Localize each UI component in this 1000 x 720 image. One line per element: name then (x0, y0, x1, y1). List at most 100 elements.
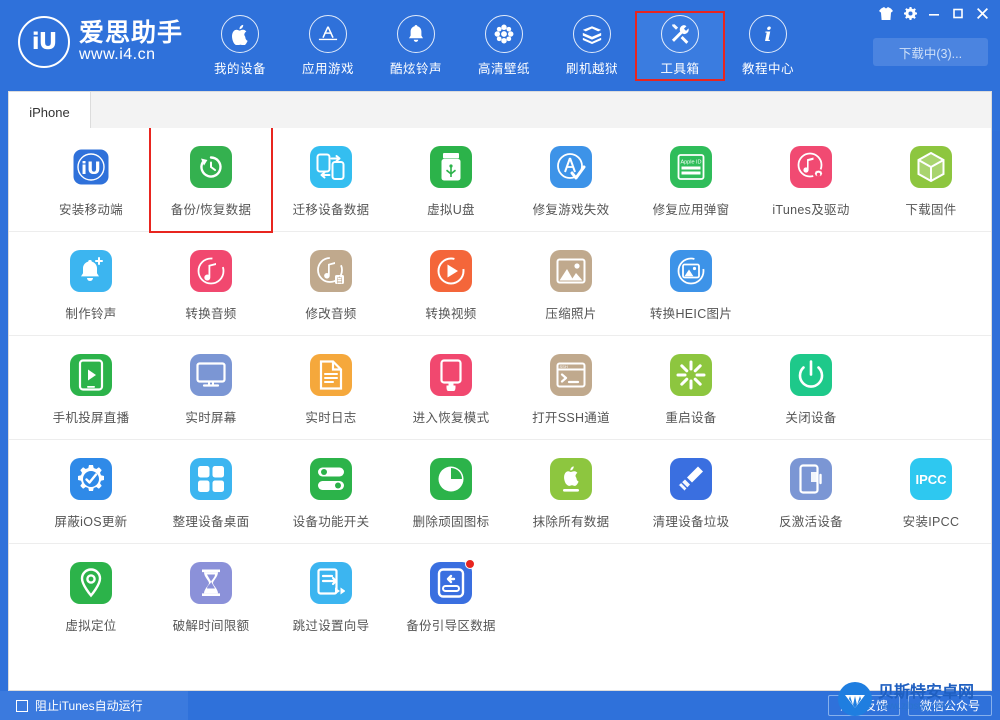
nav-item-label: 刷机越狱 (565, 62, 618, 76)
backup-restore-icon (190, 146, 232, 188)
tool-item-shutdown-device[interactable]: 关闭设备 (751, 336, 871, 439)
tool-row-4: 屏蔽iOS更新 整理设备桌面 设备功能开关 删除顽固图标 抹除所有数据 清理设备垃圾 反激活… (9, 440, 991, 544)
tool-item-label: 反激活设备 (778, 515, 843, 529)
tool-item-label: 打开SSH通道 (532, 411, 610, 425)
tool-item-organize-desktop[interactable]: 整理设备桌面 (151, 440, 271, 543)
nav-item-5[interactable]: 刷机越狱 (548, 12, 636, 80)
tool-item-fix-game[interactable]: 修复游戏失效 (511, 128, 631, 231)
status-bar: 阻止iTunes自动运行 意见反馈 微信公众号 贝斯特安卓网 www.zjbst… (0, 682, 1000, 720)
tool-item-realtime-log[interactable]: 实时日志 (271, 336, 391, 439)
close-button[interactable] (970, 3, 994, 23)
tool-item-label: 修改音频 (305, 307, 357, 321)
nav-item-4[interactable]: 高清壁纸 (460, 12, 548, 80)
tool-item-label: 转换视频 (425, 307, 477, 321)
install-ipcc-icon: IPCC (910, 458, 952, 500)
tool-item-crack-screentime[interactable]: 破解时间限额 (151, 544, 271, 647)
nav-item-label: 应用游戏 (301, 62, 354, 76)
nav-item-7[interactable]: i 教程中心 (724, 12, 812, 80)
screen-cast-icon (70, 354, 112, 396)
maximize-button[interactable] (946, 3, 970, 23)
tool-item-label: 转换音频 (185, 307, 237, 321)
tool-item-label: 进入恢复模式 (412, 411, 490, 425)
tool-row-2: 制作铃声 转换音频自修改音频 转换视频 压缩照片 转换HEIC图片 (9, 232, 991, 336)
tool-item-label: 安装移动端 (58, 203, 123, 217)
tool-item-backup-boot[interactable]: 备份引导区数据 (391, 544, 511, 647)
tool-item-skip-setup[interactable]: 跳过设置向导 (271, 544, 391, 647)
tool-item-label: 安装IPCC (902, 515, 960, 529)
block-itunes-row[interactable]: 阻止iTunes自动运行 (0, 691, 188, 720)
toolbox-grid: iU 安装移动端 备份/恢复数据 迁移设备数据 虚拟U盘 修复游戏失效 Apple ID 修复… (8, 128, 992, 691)
make-ringtone-icon (70, 250, 112, 292)
block-ios-update-icon (70, 458, 112, 500)
nav-item-label: 我的设备 (213, 62, 266, 76)
appstore-icon (309, 15, 347, 53)
feature-toggle-icon (310, 458, 352, 500)
minimize-button[interactable] (922, 3, 946, 23)
erase-all-icon (550, 458, 592, 500)
tool-item-label: 关闭设备 (785, 411, 837, 425)
tool-item-block-ios-update[interactable]: 屏蔽iOS更新 (31, 440, 151, 543)
tool-item-label: 跳过设置向导 (292, 619, 370, 633)
tool-item-fix-popup[interactable]: Apple ID 修复应用弹窗 (631, 128, 751, 231)
tool-item-ssh-tunnel[interactable]: SSH 打开SSH通道 (511, 336, 631, 439)
watermark-url: www.zjbstyy.com (878, 701, 951, 713)
notification-badge (465, 559, 475, 569)
tool-item-backup-restore[interactable]: 备份/恢复数据 (149, 128, 273, 233)
nav-item-2[interactable]: 应用游戏 (284, 12, 372, 80)
clean-junk-icon (670, 458, 712, 500)
tool-item-remove-icon[interactable]: 删除顽固图标 (391, 440, 511, 543)
settings-gear-icon[interactable] (898, 3, 922, 23)
deactivate-device-icon (790, 458, 832, 500)
tool-item-deactivate-device[interactable]: 反激活设备 (751, 440, 871, 543)
edit-audio-icon: 自 (310, 250, 352, 292)
realtime-log-icon (310, 354, 352, 396)
tool-item-convert-heic[interactable]: 转换HEIC图片 (631, 232, 751, 335)
tool-item-label: 虚拟定位 (65, 619, 117, 633)
svg-text:SSH: SSH (560, 364, 568, 369)
tool-item-clean-junk[interactable]: 清理设备垃圾 (631, 440, 751, 543)
nav-item-label: 高清壁纸 (477, 62, 530, 76)
tool-item-i4-app[interactable]: iU 安装移动端 (31, 128, 151, 231)
tool-item-compress-photo[interactable]: 压缩照片 (511, 232, 631, 335)
tool-item-reboot-device[interactable]: 重启设备 (631, 336, 751, 439)
tool-item-label: 设备功能开关 (292, 515, 370, 529)
tool-row-3: 手机投屏直播 实时屏幕 实时日志 进入恢复模式 SSH 打开SSH通道 重启设备 关闭设备 (9, 336, 991, 440)
tool-item-migrate-data[interactable]: 迁移设备数据 (271, 128, 391, 231)
convert-video-icon (430, 250, 472, 292)
skip-setup-icon (310, 562, 352, 604)
bell-icon (397, 15, 435, 53)
tool-item-make-ringtone[interactable]: 制作铃声 (31, 232, 151, 335)
download-status-button[interactable]: 下载中(3)... (873, 38, 988, 66)
tool-item-virtual-usb[interactable]: 虚拟U盘 (391, 128, 511, 231)
tool-item-screen-cast[interactable]: 手机投屏直播 (31, 336, 151, 439)
tool-item-label: 备份引导区数据 (406, 619, 496, 633)
info-icon: i (749, 15, 787, 53)
tool-item-download-firmware[interactable]: 下载固件 (871, 128, 991, 231)
tool-item-install-ipcc[interactable]: IPCC 安装IPCC (871, 440, 991, 543)
backup-boot-icon (430, 559, 475, 604)
window-controls (874, 2, 994, 24)
tool-item-recovery-mode[interactable]: 进入恢复模式 (391, 336, 511, 439)
tool-item-edit-audio[interactable]: 自修改音频 (271, 232, 391, 335)
tool-item-feature-toggle[interactable]: 设备功能开关 (271, 440, 391, 543)
window-left-edge (0, 88, 8, 692)
tab-iphone[interactable]: iPhone (9, 92, 91, 132)
watermark-logo-icon (838, 682, 872, 716)
nav-item-3[interactable]: 酷炫铃声 (372, 12, 460, 80)
flower-icon (485, 15, 523, 53)
nav-item-1[interactable]: 我的设备 (196, 12, 284, 80)
skin-icon[interactable] (874, 3, 898, 23)
tool-item-itunes-driver[interactable]: iTunes及驱动 (751, 128, 871, 231)
tool-item-erase-all[interactable]: 抹除所有数据 (511, 440, 631, 543)
tool-item-realtime-screen[interactable]: 实时屏幕 (151, 336, 271, 439)
block-itunes-checkbox[interactable] (16, 699, 28, 712)
box-open-icon (573, 15, 611, 53)
nav-item-6[interactable]: 工具箱 (635, 11, 725, 81)
shutdown-device-icon (790, 354, 832, 396)
reboot-device-icon (670, 354, 712, 396)
tool-item-convert-audio[interactable]: 转换音频 (151, 232, 271, 335)
tool-item-virtual-location[interactable]: 虚拟定位 (31, 544, 151, 647)
virtual-usb-icon (430, 146, 472, 188)
tool-item-convert-video[interactable]: 转换视频 (391, 232, 511, 335)
brand-title: 爱思助手 (79, 19, 184, 48)
